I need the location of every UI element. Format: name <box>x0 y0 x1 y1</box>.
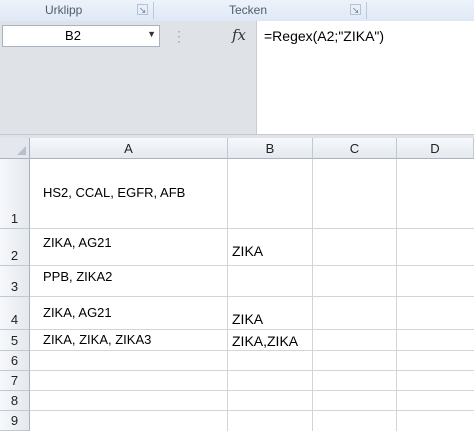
row-header-7[interactable]: 7 <box>0 371 30 391</box>
gridline <box>30 265 474 266</box>
gridline <box>30 228 474 229</box>
row-number: 3 <box>10 279 19 294</box>
name-box-value: B2 <box>65 28 81 43</box>
ribbon-group-bar: Urklipp ↘ Tecken ↘ <box>0 0 474 22</box>
formula-text: =Regex(A2;"ZIKA") <box>264 28 385 44</box>
cell-a5[interactable]: ZIKA, ZIKA, ZIKA3 <box>43 332 151 347</box>
row-number: 2 <box>10 248 19 263</box>
cell-a2[interactable]: ZIKA, AG21 <box>43 235 112 250</box>
row-header-8[interactable]: 8 <box>0 391 30 411</box>
row-header-6[interactable]: 6 <box>0 351 30 371</box>
cell-a4[interactable]: ZIKA, AG21 <box>43 305 112 320</box>
formula-bar-left-panel: B2 ▼ ⋮ fx <box>0 21 256 134</box>
row-number: 1 <box>10 211 19 226</box>
gridline <box>30 390 474 391</box>
row-header-2[interactable]: 2 <box>0 229 30 266</box>
column-header-d[interactable]: D <box>397 138 474 159</box>
clipboard-launcher-icon[interactable]: ↘ <box>137 4 148 15</box>
column-header-b[interactable]: B <box>228 138 313 159</box>
cell-b4[interactable]: ZIKA <box>232 311 263 327</box>
group-separator <box>153 2 154 19</box>
cell-a3[interactable]: PPB, ZIKA2 <box>43 269 112 284</box>
row-header-3[interactable]: 3 <box>0 266 30 297</box>
group-label-font: Tecken <box>229 3 268 17</box>
insert-function-icon[interactable]: fx <box>232 26 246 44</box>
row-number: 5 <box>10 333 19 348</box>
row-header-5[interactable]: 5 <box>0 330 30 351</box>
gridline <box>30 370 474 371</box>
group-separator <box>366 2 367 19</box>
cell-b2[interactable]: ZIKA <box>232 243 263 259</box>
gridline <box>30 350 474 351</box>
select-all-icon <box>17 146 26 155</box>
gridline <box>30 410 474 411</box>
row-number: 8 <box>10 393 19 408</box>
row-number: 7 <box>10 373 19 388</box>
resize-grip-icon[interactable]: ⋮ <box>172 29 186 43</box>
row-header-4[interactable]: 4 <box>0 297 30 330</box>
chevron-down-icon[interactable]: ▼ <box>147 29 156 39</box>
formula-input[interactable]: =Regex(A2;"ZIKA") <box>256 21 474 134</box>
row-header-9[interactable]: 9 <box>0 411 30 431</box>
font-launcher-icon[interactable]: ↘ <box>350 4 361 15</box>
select-all-button[interactable] <box>0 138 30 159</box>
row-number: 4 <box>10 312 19 327</box>
row-header-1[interactable]: 1 <box>0 159 30 229</box>
column-header-c[interactable]: C <box>313 138 397 159</box>
gridline <box>30 329 474 330</box>
row-number: 6 <box>10 353 19 368</box>
cell-a1[interactable]: HS2, CCAL, EGFR, AFB <box>43 185 185 200</box>
worksheet-grid: A B C D 1 2 3 4 5 6 7 8 9 HS2, CCAL, EGF… <box>0 138 474 431</box>
group-label-clipboard: Urklipp <box>45 3 83 17</box>
cell-b5[interactable]: ZIKA,ZIKA <box>232 333 298 349</box>
name-box[interactable]: B2 ▼ <box>2 25 160 47</box>
gridline <box>30 296 474 297</box>
column-header-a[interactable]: A <box>30 138 228 159</box>
formula-bar: B2 ▼ ⋮ fx =Regex(A2;"ZIKA") <box>0 21 474 134</box>
row-number: 9 <box>10 413 19 428</box>
